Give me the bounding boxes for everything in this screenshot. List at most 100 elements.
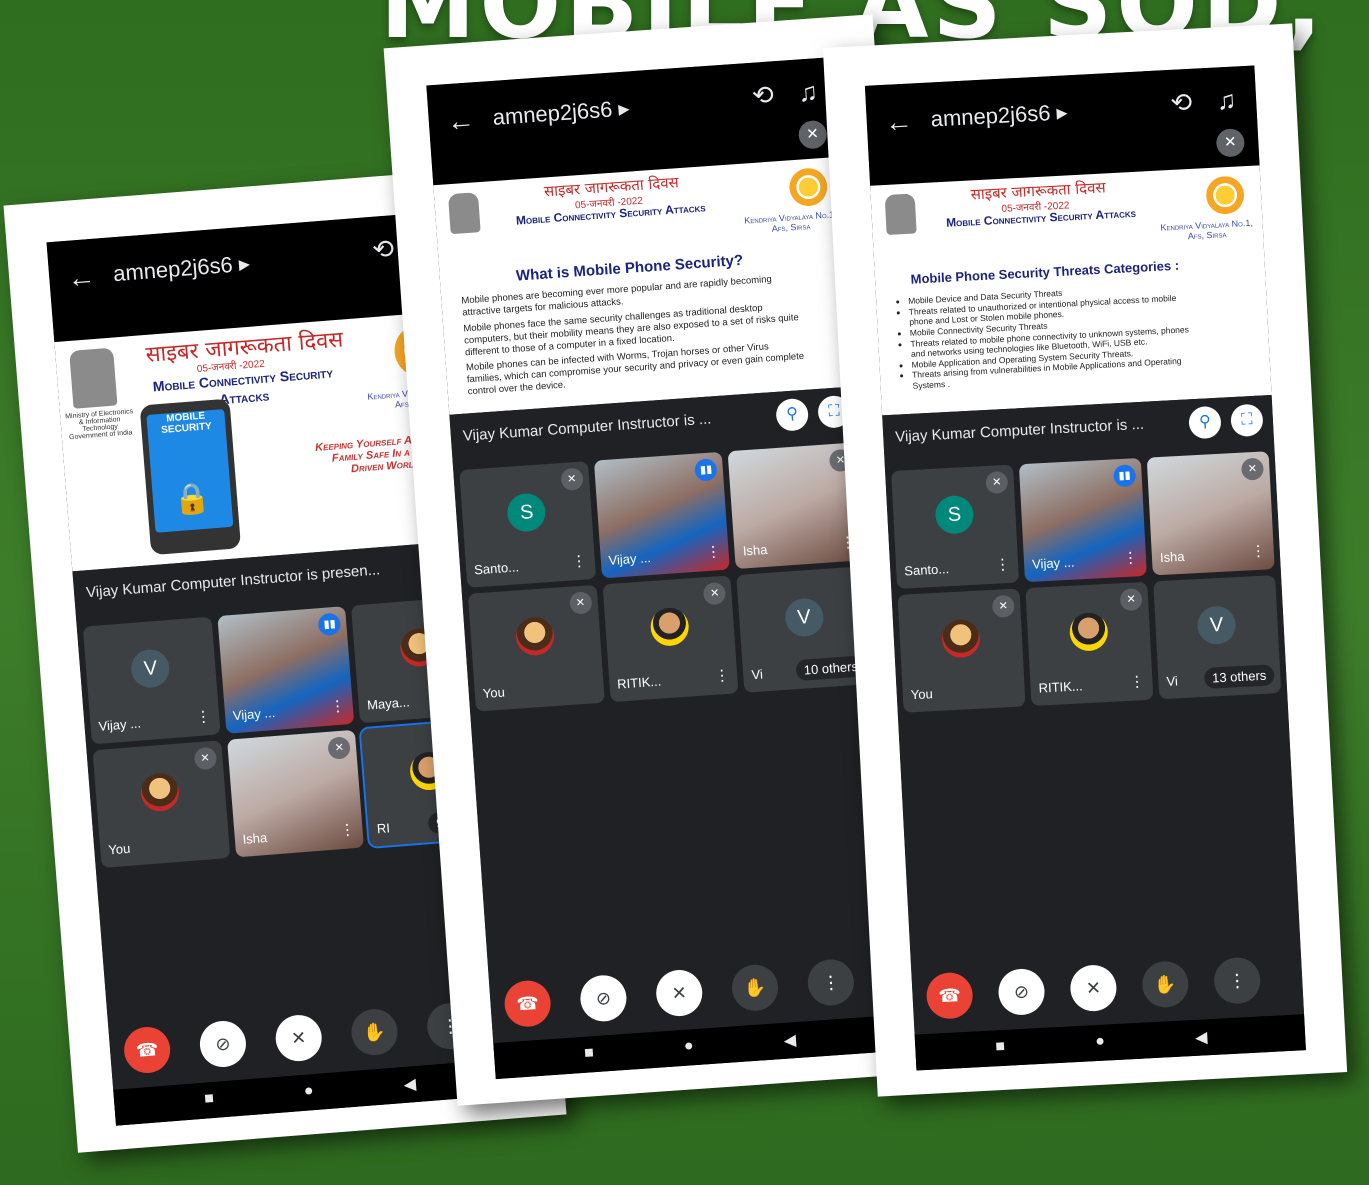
more-vert-icon[interactable]: ⋮ xyxy=(571,551,587,570)
back-icon[interactable]: ◀ xyxy=(1195,1027,1208,1048)
more-vert-icon[interactable]: ⋮ xyxy=(195,707,211,726)
avatar: V xyxy=(783,597,825,638)
home-icon[interactable]: ● xyxy=(1095,1033,1106,1051)
mic-off-button[interactable]: ✕ xyxy=(1069,963,1118,1013)
participant-tile[interactable]: V Vijay ... ⋮ xyxy=(82,616,221,745)
participant-name: Isha xyxy=(242,829,268,847)
screenshot-frame-3: ← amnep2j6s6 ▸ ⟲ ♫ ✕ साइबर जागरूकता दिवस… xyxy=(822,23,1348,1097)
mic-off-icon: ✕ xyxy=(193,746,217,771)
more-options-button[interactable]: ⋮ xyxy=(806,957,856,1008)
speaking-icon: ▮▮ xyxy=(317,612,342,637)
avatar: S xyxy=(506,492,547,533)
avatar: S xyxy=(934,494,975,535)
back-arrow-icon[interactable]: ← xyxy=(66,261,96,295)
participant-name: Vijay ... xyxy=(608,550,652,568)
participant-tile[interactable]: ▮▮ Vijay ... ⋮ xyxy=(1018,457,1147,583)
participant-name: Vi xyxy=(1166,673,1179,689)
more-vert-icon[interactable]: ⋮ xyxy=(705,542,721,561)
school-name: Kendriya Vidyalaya No.1, Afs, Sirsa xyxy=(1160,217,1254,242)
participant-tile[interactable]: ✕ You xyxy=(92,740,231,869)
recents-icon[interactable]: ■ xyxy=(584,1044,595,1063)
recents-icon[interactable]: ■ xyxy=(204,1090,215,1109)
switch-camera-icon[interactable]: ⟲ xyxy=(1170,87,1193,119)
more-vert-icon[interactable]: ⋮ xyxy=(339,820,355,839)
more-options-button[interactable]: ⋮ xyxy=(1213,956,1262,1005)
participant-tile[interactable]: ✕ You xyxy=(467,584,605,712)
avatar xyxy=(940,618,981,659)
participant-name: Isha xyxy=(742,541,768,559)
participant-tile[interactable]: ✕ S Santo... ⋮ xyxy=(459,461,596,588)
participant-name: RI xyxy=(376,820,391,837)
mic-off-icon: ✕ xyxy=(985,470,1009,495)
participant-tile[interactable]: ✕ RITIK... ⋮ xyxy=(1025,581,1154,706)
lock-phone-illustration: MOBILE SECURITY 🔒 xyxy=(139,398,242,556)
meeting-code[interactable]: amnep2j6s6 ▸ xyxy=(492,95,631,130)
headphones-icon[interactable]: ♫ xyxy=(1216,84,1237,116)
participant-name: Maya... xyxy=(366,694,411,713)
participant-tile[interactable]: V Vi 13 others xyxy=(1153,575,1282,700)
pin-icon[interactable]: ⚲ xyxy=(1188,405,1222,440)
back-arrow-icon[interactable]: ← xyxy=(446,104,476,138)
participant-name: Vi xyxy=(751,666,764,683)
switch-camera-icon[interactable]: ⟲ xyxy=(751,79,775,111)
mic-off-icon: ✕ xyxy=(1119,588,1143,612)
mic-off-icon: ✕ xyxy=(1240,457,1265,481)
participant-grid: ✕ S Santo... ⋮ ▮▮ Vijay ... ⋮ ✕ Isha ⋮ ✕ xyxy=(453,436,880,718)
mic-off-icon: ✕ xyxy=(1215,128,1246,158)
raise-hand-button[interactable]: ✋ xyxy=(349,1007,400,1057)
avatar xyxy=(515,616,556,657)
home-icon[interactable]: ● xyxy=(303,1082,314,1101)
headphones-icon[interactable]: ♫ xyxy=(797,76,819,108)
end-call-button[interactable]: ☎ xyxy=(122,1025,172,1075)
more-vert-icon[interactable]: ⋮ xyxy=(329,696,345,715)
mic-off-icon: ✕ xyxy=(703,581,727,606)
slide-body: Mobile phones are becoming ever more pop… xyxy=(461,272,808,402)
participant-tile[interactable]: ▮▮ Vijay ... ⋮ xyxy=(217,606,355,734)
end-call-button[interactable]: ☎ xyxy=(503,979,553,1029)
presenting-text: Vijay Kumar Computer Instructor is ... xyxy=(894,415,1145,446)
camera-off-button[interactable]: ⊘ xyxy=(578,973,628,1023)
recents-icon[interactable]: ■ xyxy=(995,1038,1006,1056)
slide-body: Mobile Device and Data Security Threats … xyxy=(896,281,1201,392)
others-count[interactable]: 13 others xyxy=(1203,664,1275,689)
avatar: V xyxy=(1196,605,1237,646)
more-vert-icon[interactable]: ⋮ xyxy=(1129,672,1145,691)
back-icon[interactable]: ◀ xyxy=(403,1074,417,1095)
camera-off-button[interactable]: ⊘ xyxy=(997,967,1046,1017)
more-vert-icon[interactable]: ⋮ xyxy=(714,666,730,685)
camera-off-button[interactable]: ⊘ xyxy=(198,1019,248,1069)
meeting-code[interactable]: amnep2j6s6 ▸ xyxy=(112,251,251,288)
mic-off-button[interactable]: ✕ xyxy=(654,968,704,1018)
participant-tile[interactable]: ✕ RITIK... ⋮ xyxy=(602,575,739,703)
back-arrow-icon[interactable]: ← xyxy=(884,105,914,138)
participant-name: You xyxy=(910,686,934,703)
participant-tile[interactable]: ▮▮ Vijay ... ⋮ xyxy=(593,451,731,579)
home-icon[interactable]: ● xyxy=(683,1037,694,1056)
back-icon[interactable]: ◀ xyxy=(783,1030,797,1051)
switch-camera-icon[interactable]: ⟲ xyxy=(371,233,395,266)
more-vert-icon[interactable]: ⋮ xyxy=(1250,542,1266,561)
padlock-icon: 🔒 xyxy=(172,481,213,518)
participant-tile[interactable]: ✕ Isha ⋮ xyxy=(226,729,365,858)
speaking-icon: ▮▮ xyxy=(694,458,718,482)
phone-screen-3: ← amnep2j6s6 ▸ ⟲ ♫ ✕ साइबर जागरूकता दिवस… xyxy=(864,65,1306,1071)
participant-tile[interactable]: ✕ You xyxy=(897,588,1026,713)
fullscreen-icon[interactable]: ⛶ xyxy=(1230,403,1264,438)
participant-tile[interactable]: ✕ Isha ⋮ xyxy=(1146,451,1275,576)
avatar xyxy=(1068,612,1109,653)
pin-icon[interactable]: ⚲ xyxy=(775,397,810,432)
school-name: Kendriya Vidyalaya No.1, Afs, Sirsa xyxy=(743,209,837,234)
participant-name: RITIK... xyxy=(616,673,662,692)
mic-off-button[interactable]: ✕ xyxy=(273,1013,324,1063)
meeting-code[interactable]: amnep2j6s6 ▸ xyxy=(930,99,1068,132)
more-vert-icon[interactable]: ⋮ xyxy=(995,555,1011,574)
national-emblem-icon xyxy=(884,193,917,235)
participant-name: RITIK... xyxy=(1038,678,1084,696)
end-call-button[interactable]: ☎ xyxy=(925,971,974,1020)
participant-tile[interactable]: ✕ S Santo... ⋮ xyxy=(891,464,1020,589)
presentation-slide: साइबर जागरूकता दिवस 05-जनवरी -2022 Mobil… xyxy=(870,165,1272,416)
more-vert-icon[interactable]: ⋮ xyxy=(1122,548,1139,567)
raise-hand-button[interactable]: ✋ xyxy=(730,963,780,1013)
raise-hand-button[interactable]: ✋ xyxy=(1141,960,1190,1009)
threat-list: Mobile Device and Data Security Threats … xyxy=(896,281,1201,392)
